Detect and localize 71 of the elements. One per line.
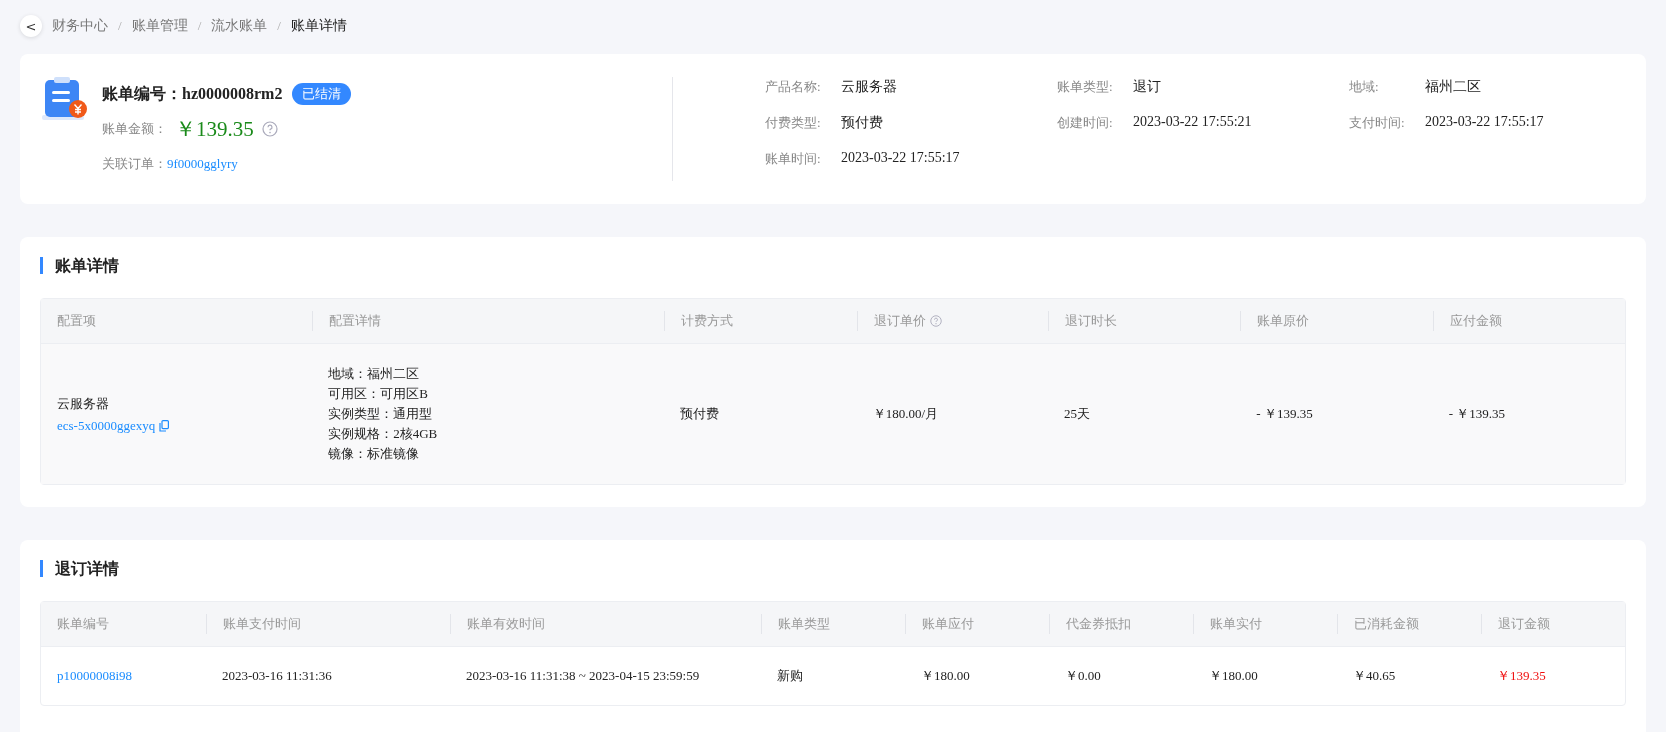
section-title: 账单详情	[40, 257, 1626, 274]
product-name: 云服务器	[57, 395, 110, 413]
field-value: 预付费	[841, 114, 883, 132]
config-line: 地域：福州二区	[328, 365, 421, 383]
status-badge: 已结清	[292, 83, 352, 105]
field-label: 账单类型:	[1057, 78, 1114, 96]
help-icon[interactable]	[261, 121, 278, 137]
table-cell: ￥0.00	[1065, 668, 1101, 683]
column-header: 退订金额	[1498, 615, 1550, 633]
order-link[interactable]: 9f0000gglyry	[167, 156, 238, 172]
copy-icon[interactable]	[159, 420, 170, 432]
column-header: 账单有效时间	[466, 615, 545, 633]
field-value: 退订	[1133, 78, 1161, 96]
field-label: 付费类型:	[765, 114, 822, 132]
field-label: 地域:	[1349, 78, 1380, 96]
breadcrumb-separator: /	[197, 18, 202, 34]
bill-icon	[42, 77, 88, 121]
config-line: 实例类型：通用型	[328, 405, 434, 423]
bill-link[interactable]: p10000008i98	[57, 668, 133, 683]
breadcrumb-item: 账单详情	[290, 17, 347, 35]
field-label: 创建时间:	[1057, 114, 1114, 132]
help-icon[interactable]	[929, 315, 942, 327]
field-value: 2023-03-22 17:55:17	[1425, 114, 1544, 131]
column-header: 计费方式	[681, 312, 734, 330]
back-button[interactable]: <	[20, 15, 42, 37]
column-header: 账单实付	[1210, 615, 1262, 633]
order-label: 关联订单：	[102, 155, 167, 173]
column-header: 账单应付	[922, 615, 974, 633]
table-cell: ￥180.00	[1209, 668, 1258, 683]
config-line: 可用区：可用区B	[328, 385, 429, 403]
column-header: 应付金额	[1449, 312, 1502, 330]
table-cell: ￥40.65	[1353, 668, 1396, 683]
breadcrumb-item[interactable]: 财务中心	[52, 17, 108, 35]
amount-label: 账单金额：	[102, 120, 167, 138]
column-header: 账单类型	[778, 615, 830, 633]
breadcrumb-separator: /	[118, 18, 122, 34]
column-header: 退订时长	[1064, 312, 1117, 330]
field-label: 支付时间:	[1349, 114, 1406, 132]
table-cell: - ￥139.35	[1448, 406, 1505, 421]
breadcrumb-item[interactable]: 账单管理	[131, 17, 188, 35]
table-cell: 2023-03-16 11:31:38 ~ 2023-04-15 23:59:59	[465, 668, 700, 683]
column-header: 退订单价	[873, 312, 926, 330]
field-value: 福州二区	[1425, 78, 1481, 96]
refund-amount: ￥139.35	[1497, 668, 1546, 683]
column-header: 配置详情	[329, 312, 382, 330]
bill-amount: ￥139.35	[175, 116, 254, 143]
column-header: 账单编号	[57, 615, 109, 633]
config-line: 镜像：标准镜像	[328, 445, 421, 463]
table-cell: - ￥139.35	[1256, 406, 1313, 421]
field-value: 2023-03-22 17:55:21	[1133, 114, 1252, 131]
field-value: 2023-03-22 17:55:17	[841, 150, 960, 167]
column-header: 配置项	[57, 312, 96, 330]
table-cell: ￥180.00/月	[872, 406, 938, 421]
breadcrumb-item[interactable]: 流水账单	[211, 17, 268, 35]
bill-number: 账单编号：hz0000008rm2	[102, 83, 283, 104]
config-line: 实例规格：2核4GB	[328, 425, 439, 443]
table-cell: 2023-03-16 11:31:36	[222, 668, 332, 683]
field-value: 云服务器	[841, 78, 897, 96]
table-cell: 预付费	[680, 406, 720, 421]
field-label: 产品名称:	[765, 78, 822, 96]
breadcrumb-separator: /	[277, 18, 281, 34]
instance-link[interactable]: ecs-5x0000ggexyq	[57, 418, 156, 434]
column-header: 账单原价	[1257, 312, 1310, 330]
section-title: 退订详情	[40, 560, 1626, 577]
field-label: 账单时间:	[765, 150, 822, 168]
table-cell: ￥180.00	[921, 668, 970, 683]
table-cell: 新购	[777, 668, 803, 683]
column-header: 已消耗金额	[1354, 615, 1419, 633]
column-header: 账单支付时间	[223, 615, 301, 633]
table-cell: 25天	[1063, 406, 1090, 421]
column-header: 代金券抵扣	[1066, 615, 1131, 633]
